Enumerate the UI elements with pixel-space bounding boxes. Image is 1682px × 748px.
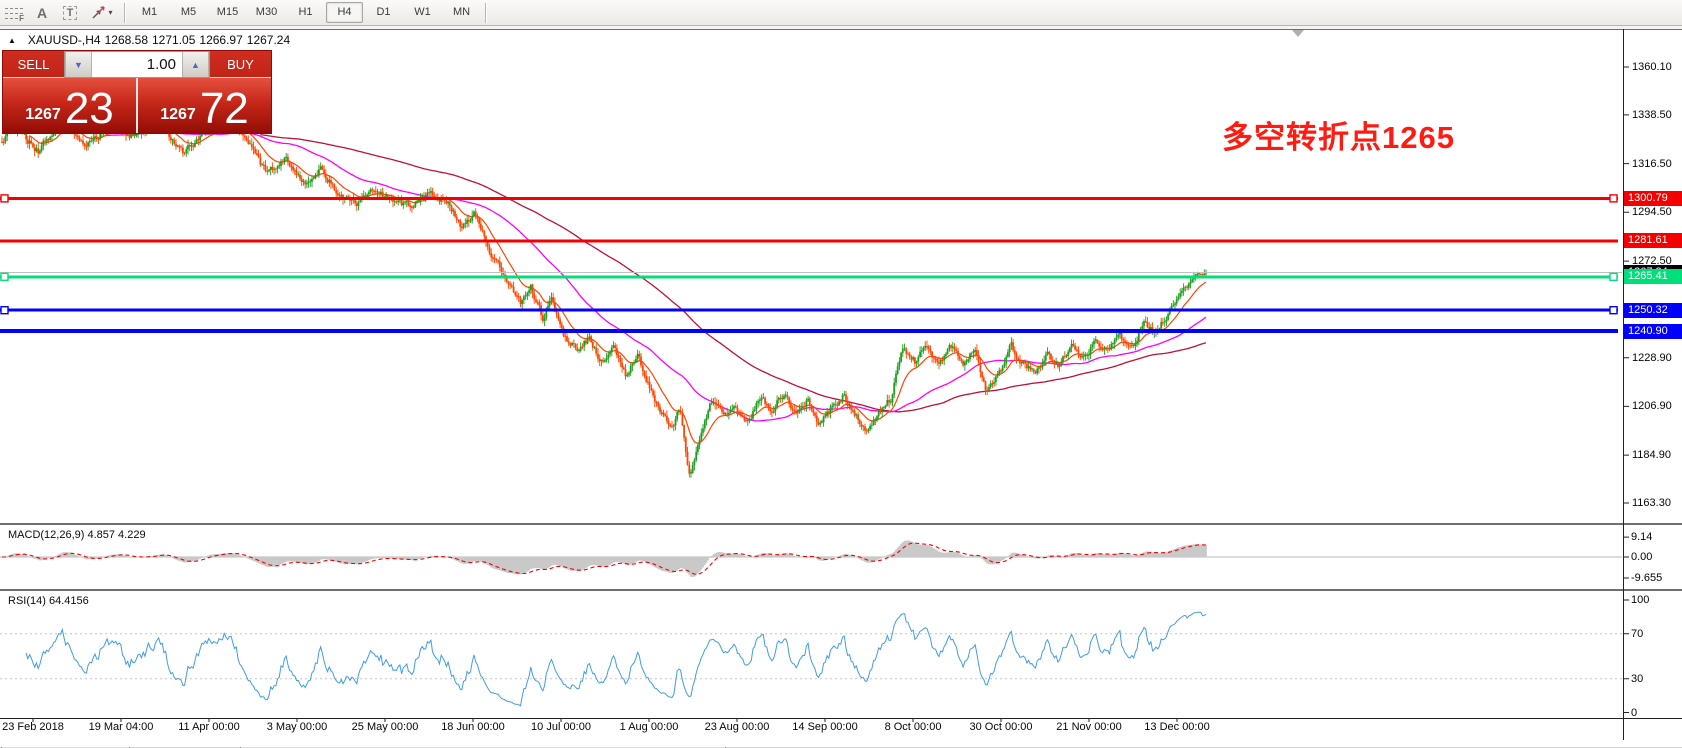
price-level-tag: 1281.61 <box>1624 233 1682 248</box>
time-tick-label: 30 Oct 00:00 <box>970 721 1033 733</box>
time-tick-label: 19 Mar 04:00 <box>89 721 154 733</box>
price-tick-label: 1184.90 <box>1632 449 1671 461</box>
ohlc-high: 1271.05 <box>152 33 195 47</box>
price-tick-label: 1163.30 <box>1632 497 1671 509</box>
time-tick-label: 14 Sep 00:00 <box>792 721 857 733</box>
price-level-tag: 1240.90 <box>1624 324 1682 339</box>
chart-collapse-icon[interactable]: ▲ <box>8 36 16 45</box>
chart-header: ▲ XAUUSD-,H4 1268.58 1271.05 1266.97 1267.24 <box>8 33 294 47</box>
price-tick-label: 1338.50 <box>1632 109 1672 121</box>
time-tick-label: 18 Jun 00:00 <box>441 721 505 733</box>
price-tick-label: 1206.90 <box>1632 400 1672 412</box>
sell-quote-base: 1267 <box>25 100 61 130</box>
price-tick-label: 1316.50 <box>1632 158 1672 170</box>
time-tick-label: 25 May 00:00 <box>352 721 419 733</box>
price-tick-label: 1294.50 <box>1632 206 1672 218</box>
price-tick-label: 1360.10 <box>1632 61 1672 73</box>
macd-axis-label: 9.14 <box>1631 531 1652 543</box>
sell-quote[interactable]: 1267 23 <box>3 78 138 133</box>
macd-axis-label: 0.00 <box>1631 551 1652 563</box>
price-level-tag: 1265.41 <box>1624 269 1682 284</box>
buy-button[interactable]: BUY <box>210 51 271 78</box>
time-tick-label: 13 Dec 00:00 <box>1144 721 1209 733</box>
rsi-axis-label: 30 <box>1631 673 1643 685</box>
sell-quote-pips: 23 <box>65 88 114 130</box>
volume-increase-button[interactable]: ▲ <box>182 52 209 77</box>
ohlc-open: 1268.58 <box>105 33 148 47</box>
time-tick-label: 23 Aug 00:00 <box>705 721 770 733</box>
time-tick-label: 21 Nov 00:00 <box>1056 721 1121 733</box>
rsi-axis-label: 100 <box>1631 594 1649 606</box>
chart-annotation-text: 多空转折点1265 <box>1222 112 1455 157</box>
ohlc-low: 1266.97 <box>199 33 242 47</box>
time-tick-label: 8 Oct 00:00 <box>885 721 942 733</box>
rsi-indicator-label: RSI(14) 64.4156 <box>8 595 89 607</box>
time-tick-label: 10 Jul 00:00 <box>531 721 591 733</box>
volume-control: ▼ ▲ <box>64 51 210 78</box>
time-tick-label: 23 Feb 2018 <box>2 721 64 733</box>
buy-quote-pips: 72 <box>200 88 249 130</box>
time-tick-label: 11 Apr 00:00 <box>178 721 240 733</box>
sell-button[interactable]: SELL <box>3 51 64 78</box>
macd-indicator-label: MACD(12,26,9) 4.857 4.229 <box>8 529 146 541</box>
volume-decrease-button[interactable]: ▼ <box>65 52 92 77</box>
price-level-tag: 1250.32 <box>1624 303 1682 318</box>
time-tick-label: 3 May 00:00 <box>267 721 328 733</box>
price-tick-label: 1228.90 <box>1632 352 1672 364</box>
buy-quote-base: 1267 <box>160 100 196 130</box>
volume-input[interactable] <box>92 52 182 77</box>
symbol-period-label: XAUUSD-,H4 <box>28 33 101 47</box>
price-level-tag: 1300.79 <box>1624 191 1682 206</box>
macd-axis-label: -9.655 <box>1631 572 1662 584</box>
ohlc-close: 1267.24 <box>247 33 290 47</box>
buy-quote[interactable]: 1267 72 <box>138 78 271 133</box>
rsi-axis-label: 70 <box>1631 628 1643 640</box>
time-tick-label: 1 Aug 00:00 <box>620 721 679 733</box>
rsi-axis-label: 0 <box>1631 707 1637 719</box>
one-click-trading-panel: SELL ▼ ▲ BUY 1267 23 1267 72 <box>2 50 272 134</box>
